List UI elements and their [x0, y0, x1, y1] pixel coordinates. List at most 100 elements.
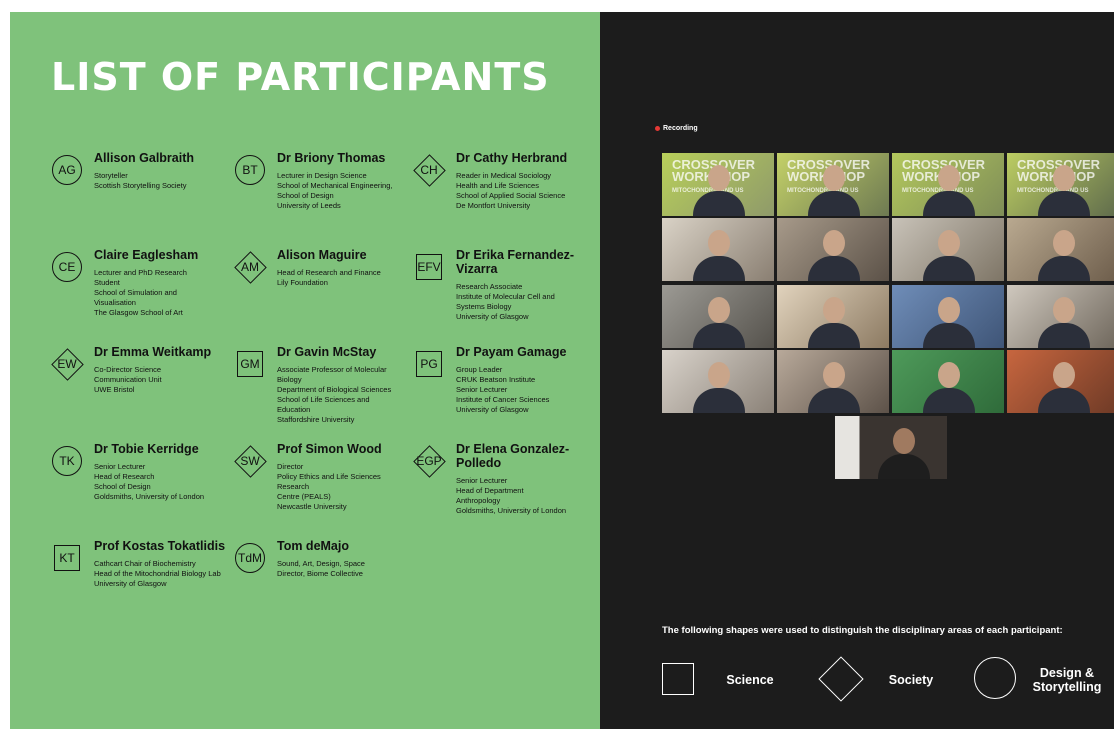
participant-initials: CE — [58, 260, 76, 274]
participant-square-icon: KT — [51, 542, 83, 574]
participant-detail-line: University of Glasgow — [94, 579, 167, 588]
recording-label: Recording — [663, 125, 698, 132]
participant-avatar — [938, 297, 960, 323]
participants-panel: LIST OF PARTICIPANTS AG Allison Galbraith… — [10, 12, 600, 729]
participant-avatar — [938, 230, 960, 256]
recording-indicator: Recording — [655, 125, 698, 132]
participant-diamond-icon: SW — [234, 445, 267, 478]
participant-detail-line: School of Applied Social Science — [456, 191, 566, 200]
participant-initials: BT — [242, 163, 258, 177]
legend-design-label: Design & Storytelling — [1032, 666, 1102, 694]
participant-video-tile[interactable] — [662, 218, 774, 281]
participant-avatar — [1053, 297, 1075, 323]
participant-initials: TK — [59, 454, 75, 468]
participant-avatar — [708, 297, 730, 323]
participant-avatar — [1053, 230, 1075, 256]
participant-circle-icon: TK — [51, 445, 83, 477]
participant-video-tile[interactable] — [1007, 218, 1114, 281]
participant-detail-line: De Montfort University — [456, 201, 531, 210]
participant-detail-line: Senior Lecturer — [456, 476, 508, 485]
participant-video-tile[interactable] — [662, 285, 774, 348]
participant-detail-line: Systems Biology — [456, 302, 512, 311]
participant-details: Storyteller Scottish Storytelling Society — [94, 171, 254, 191]
participant-detail-line: Storyteller — [94, 171, 128, 180]
participant-detail-line: Visualisation — [94, 298, 136, 307]
participant-detail-line: Institute of Molecular Cell and — [456, 292, 555, 301]
participant-video-tile[interactable] — [1007, 285, 1114, 348]
participant-avatar — [708, 165, 730, 191]
participant-circle-icon: BT — [234, 154, 266, 186]
participant-circle-icon: TdM — [234, 542, 266, 574]
participant-avatar — [823, 165, 845, 191]
participant-name: Prof Kostas Tokatlidis — [94, 539, 226, 553]
participant-initials: EW — [57, 357, 77, 371]
participant-initials: AG — [58, 163, 76, 177]
participant-details: Cathcart Chair of Biochemistry Head of th… — [94, 559, 254, 589]
participant-detail-line: Head of the Mitochondrial Biology Lab — [94, 569, 221, 578]
participant-video-tile[interactable] — [662, 350, 774, 413]
participant-details: Reader in Medical Sociology Health and Li… — [456, 171, 616, 211]
participant-video-tile[interactable] — [777, 350, 889, 413]
participant-detail-line: Newcastle University — [277, 502, 347, 511]
participant-video-tile[interactable] — [1007, 350, 1114, 413]
participant-avatar — [1053, 165, 1075, 191]
participant-detail-line: Student — [94, 278, 120, 287]
participant-name: Prof Simon Wood — [277, 442, 382, 456]
participant-video-tile[interactable]: CROSSOVERWORKSHOPMITOCHONDRIA AND US — [777, 153, 889, 216]
participant-detail-line: Anthropology — [456, 496, 501, 505]
participant-detail-line: Scottish Storytelling Society — [94, 181, 187, 190]
legend-science-label: Science — [726, 673, 774, 687]
participant-video-tile[interactable] — [777, 218, 889, 281]
legend-society-label: Society — [888, 673, 934, 687]
participant-avatar — [823, 362, 845, 388]
participant-initials: AM — [241, 260, 259, 274]
participant-initials: EFV — [417, 260, 441, 274]
legend-science-square-icon — [662, 663, 694, 695]
participant-detail-line: Sound, Art, Design, Space — [277, 559, 365, 568]
participant-circle-icon: AG — [51, 154, 83, 186]
participant-diamond-icon: EGP — [413, 445, 446, 478]
participant-detail-line: Head of Department — [456, 486, 524, 495]
participant-name: Dr Tobie Kerridge — [94, 442, 199, 456]
participant-name: Tom deMajo — [277, 539, 349, 553]
participant-initials: GM — [240, 357, 260, 371]
participant-avatar — [1053, 362, 1075, 388]
participant-initials: KT — [59, 551, 75, 565]
participant-video-tile[interactable]: CROSSOVERWORKSHOPMITOCHONDRIA AND US — [892, 153, 1004, 216]
participant-detail-line: Research — [277, 482, 310, 491]
legend-description: The following shapes were used to distin… — [662, 625, 1063, 636]
participant-video-tile[interactable]: CROSSOVERWORKSHOPMITOCHONDRIA AND US — [1007, 153, 1114, 216]
participant-avatar — [708, 230, 730, 256]
participant-detail-line: Institute of Cancer Sciences — [456, 395, 550, 404]
participant-square-icon: PG — [413, 348, 445, 380]
participant-name: Alison Maguire — [277, 248, 367, 262]
participant-details: Sound, Art, Design, Space Director, Biome… — [277, 559, 437, 579]
participant-detail-line: Staffordshire University — [277, 415, 355, 424]
participant-avatar — [893, 428, 915, 454]
participant-detail-line: Co-Director Science — [94, 365, 162, 374]
participant-detail-line: Senior Lecturer — [456, 385, 508, 394]
participant-details: Lecturer and PhD Research Student School o… — [94, 268, 254, 318]
participant-name: Dr Payam Gamage — [456, 345, 567, 359]
participant-detail-line: UWE Bristol — [94, 385, 135, 394]
participant-video-tile[interactable] — [892, 350, 1004, 413]
participant-detail-line: The Glasgow School of Art — [94, 308, 183, 317]
participant-initials: PG — [420, 357, 438, 371]
participant-avatar — [938, 362, 960, 388]
participant-detail-line: University of Glasgow — [456, 405, 529, 414]
page-title: LIST OF PARTICIPANTS — [51, 55, 550, 99]
participant-detail-line: Director, Biome Collective — [277, 569, 363, 578]
participant-video-tile[interactable] — [892, 218, 1004, 281]
video-call-panel: Recording CROSSOVERWORKSHOPMITOCHONDRIA … — [600, 12, 1114, 729]
participant-video-tile[interactable] — [835, 416, 947, 479]
participant-detail-line: Education — [277, 405, 311, 414]
participant-detail-line: Group Leader — [456, 365, 503, 374]
participant-video-tile[interactable] — [892, 285, 1004, 348]
participant-video-tile[interactable] — [777, 285, 889, 348]
participant-diamond-icon: CH — [413, 154, 446, 187]
participant-details: Group Leader CRUK Beatson Institute Senior… — [456, 365, 616, 415]
participant-name: Dr Emma Weitkamp — [94, 345, 212, 359]
participant-details: Senior Lecturer Head of Research School of… — [94, 462, 254, 502]
participant-detail-line: Communication Unit — [94, 375, 162, 384]
participant-video-tile[interactable]: CROSSOVERWORKSHOPMITOCHONDRIA AND US — [662, 153, 774, 216]
